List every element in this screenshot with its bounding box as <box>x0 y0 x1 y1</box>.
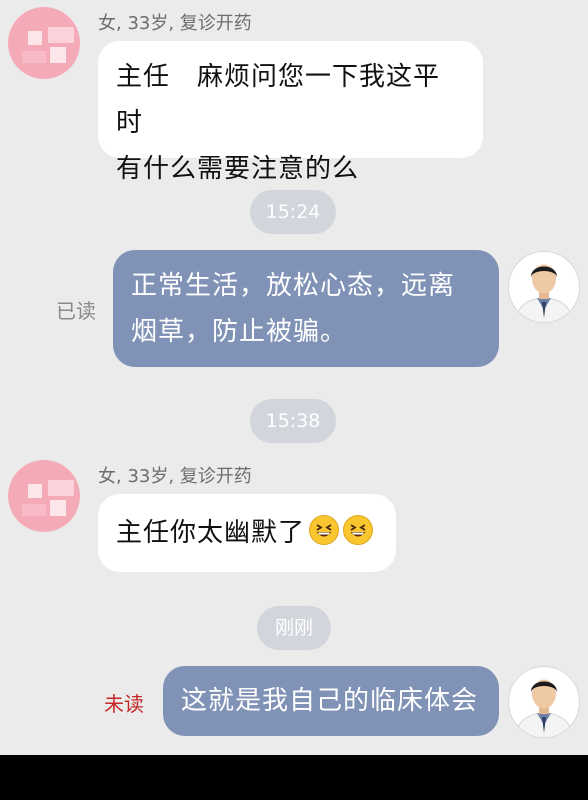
read-status: 已读 <box>56 299 96 323</box>
doctor-avatar[interactable] <box>508 666 580 738</box>
sender-info: 女, 33岁, 复诊开药 <box>98 13 252 34</box>
timestamp-pill: 刚刚 <box>257 606 331 650</box>
timestamp-pill: 15:24 <box>250 190 336 234</box>
message-line: 有什么需要注意的么 <box>116 154 360 184</box>
grinning-squint-emoji-icon <box>343 515 374 545</box>
patient-avatar[interactable] <box>8 7 80 79</box>
incoming-message-bubble[interactable]: 主任你太幽默了 <box>98 494 396 572</box>
message-text: 这就是我自己的临床体会 <box>181 686 479 716</box>
outgoing-message-bubble[interactable]: 这就是我自己的临床体会 <box>163 666 499 736</box>
doctor-avatar[interactable] <box>508 251 580 323</box>
doctor-photo-icon <box>514 264 574 322</box>
grinning-squint-emoji-icon <box>309 515 340 545</box>
unread-status: 未读 <box>104 692 144 716</box>
outgoing-message-bubble[interactable]: 正常生活，放松心态，远离 烟草，防止被骗。 <box>113 250 499 367</box>
incoming-message-bubble[interactable]: 主任 麻烦问您一下我这平时 有什么需要注意的么 <box>98 41 483 184</box>
message-line: 烟草，防止被骗。 <box>131 317 348 347</box>
sender-info: 女, 33岁, 复诊开药 <box>98 466 252 487</box>
doctor-photo-icon <box>514 679 574 737</box>
message-line: 正常生活，放松心态，远离 <box>131 271 456 301</box>
patient-avatar[interactable] <box>8 460 80 532</box>
timestamp-pill: 15:38 <box>250 399 336 443</box>
message-text: 主任你太幽默了 <box>116 518 306 548</box>
message-line: 主任 麻烦问您一下我这平时 <box>116 62 441 138</box>
bottom-bar <box>0 755 588 800</box>
